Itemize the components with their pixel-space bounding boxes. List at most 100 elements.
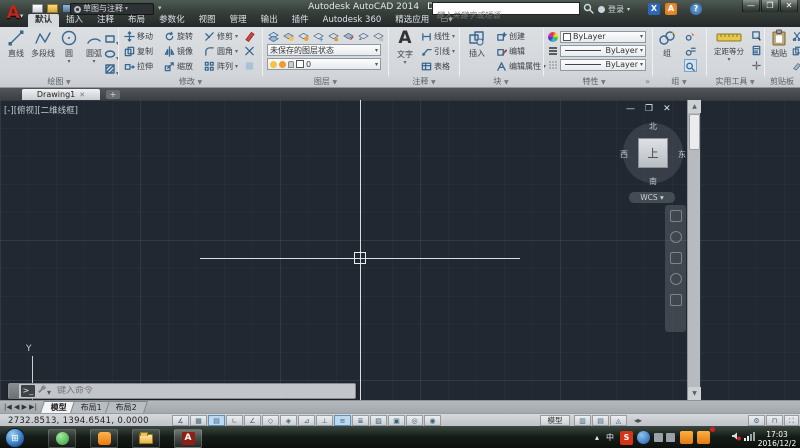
layer-isolate-icon[interactable]	[297, 30, 310, 43]
new-drawing-tab-button[interactable]: +	[106, 90, 120, 99]
tab-plugins[interactable]: 插件	[285, 14, 316, 27]
tab-insert[interactable]: 插入	[59, 14, 90, 27]
rotate-button[interactable]: 旋转	[164, 30, 193, 43]
layer-match-icon[interactable]	[342, 30, 355, 43]
infer-constraints-toggle[interactable]: ∡	[172, 415, 189, 426]
lineweight-dropdown[interactable]: ByLayer▾	[548, 44, 646, 57]
object-color-dropdown[interactable]: ByLayer▾	[548, 30, 646, 43]
block-panel-label[interactable]: 块 ▼	[459, 76, 543, 87]
taskbar-app-autocad[interactable]: A	[174, 429, 202, 448]
edit-attributes-button[interactable]: 编辑属性▾	[496, 60, 546, 73]
sogou-input-icon[interactable]: S	[620, 431, 633, 445]
scroll-down-icon[interactable]: ▼	[688, 387, 701, 400]
scroll-up-icon[interactable]: ▲	[688, 100, 701, 113]
layer-off-icon[interactable]	[282, 30, 295, 43]
taskbar-app-green[interactable]	[48, 429, 76, 448]
copy-button[interactable]: 复制	[124, 45, 153, 58]
mirror-button[interactable]: 镜像	[164, 45, 193, 58]
ime-language-icon[interactable]: 中	[604, 431, 616, 445]
tray-expand-icon[interactable]: ▴	[592, 431, 602, 445]
snap-mode-toggle[interactable]: ▦	[190, 415, 207, 426]
model-space-button[interactable]: 模型	[540, 415, 570, 426]
command-input[interactable]	[53, 386, 355, 396]
clean-screen-button[interactable]: ⛶	[784, 415, 799, 426]
close-button[interactable]: ✕	[780, 0, 798, 13]
layer-state-dropdown[interactable]: 未保存的图层状态▾	[267, 44, 381, 56]
groups-panel-label[interactable]: 组 ▼	[652, 76, 706, 87]
tab-autodesk360[interactable]: Autodesk 360	[316, 14, 389, 27]
linear-dimension-button[interactable]: 线性▾	[421, 30, 455, 43]
annotation-monitor-toggle[interactable]: ◉	[424, 415, 441, 426]
taskbar-app-explorer[interactable]	[132, 429, 160, 448]
quick-view-drawings-button[interactable]: ▤	[592, 415, 609, 426]
properties-panel-label[interactable]: 特性 ▼ »	[543, 76, 652, 87]
drawing-close-icon[interactable]: ✕	[663, 104, 671, 114]
array-button[interactable]: 阵列▾	[204, 60, 238, 73]
tab-parametric[interactable]: 参数化	[152, 14, 192, 27]
command-customize-icon[interactable]: ▾	[37, 385, 51, 397]
grid-display-toggle[interactable]: ▤	[208, 415, 225, 426]
group-selection-toggle[interactable]	[684, 59, 697, 72]
text-button[interactable]: A 文字▾	[393, 29, 417, 65]
layer-dropdown[interactable]: 0▾	[267, 58, 381, 70]
dynamic-ucs-toggle[interactable]: ⊥	[316, 415, 333, 426]
selection-cycling-toggle[interactable]: ◎	[406, 415, 423, 426]
tray-icon-1[interactable]	[654, 433, 663, 442]
paste-button[interactable]: 粘贴	[768, 29, 790, 59]
leader-button[interactable]: 引线▾	[421, 45, 455, 58]
edit-block-button[interactable]: 编辑	[496, 45, 525, 58]
ungroup-button[interactable]	[684, 29, 697, 42]
viewcube[interactable]: 北 南 东 西 上	[618, 118, 688, 188]
qat-menu-button[interactable]: ▾	[158, 3, 162, 13]
annotation-panel-label[interactable]: 注释 ▼	[389, 76, 459, 87]
vertical-scrollbar[interactable]: ▲ ▼	[687, 100, 700, 400]
file-tab-drawing1[interactable]: Drawing1✕	[22, 89, 100, 100]
copy-clip-button[interactable]	[790, 44, 800, 57]
viewcube-east[interactable]: 东	[678, 149, 686, 160]
minimize-button[interactable]: —	[742, 0, 760, 13]
tab-view[interactable]: 视图	[192, 14, 223, 27]
maximize-button[interactable]: ❐	[761, 0, 779, 13]
ortho-mode-toggle[interactable]: ∟	[226, 415, 243, 426]
security-tray-icon-1[interactable]	[680, 431, 693, 444]
layer-lock-icon[interactable]	[327, 30, 340, 43]
erase-button[interactable]	[243, 29, 256, 42]
file-tab-close-icon[interactable]: ✕	[79, 91, 85, 99]
workspace-gear-button[interactable]: ⚙	[748, 415, 765, 426]
trim-button[interactable]: 修剪▾	[204, 30, 238, 43]
command-line[interactable]: >_ ▾	[8, 383, 356, 399]
tab-output[interactable]: 输出	[254, 14, 285, 27]
cut-button[interactable]	[790, 29, 800, 42]
explode-button[interactable]	[243, 44, 256, 57]
fade-button[interactable]	[243, 59, 256, 72]
drawing-restore-icon[interactable]: ❐	[645, 104, 653, 114]
command-drag-handle[interactable]	[9, 383, 19, 399]
pan-icon[interactable]	[670, 231, 682, 243]
security-tray-icon-2[interactable]	[697, 431, 710, 444]
tab-layout[interactable]: 布局	[121, 14, 152, 27]
arc-button[interactable]: 圆弧▾	[82, 29, 106, 64]
measure-button[interactable]: 定距等分▾	[710, 29, 748, 62]
viewcube-west[interactable]: 西	[620, 149, 628, 160]
circle-button[interactable]: 圆▾	[58, 29, 80, 64]
layer-prev-icon[interactable]	[357, 30, 370, 43]
table-button[interactable]: 表格	[421, 60, 450, 73]
annotation-scale-button[interactable]: ◬	[610, 415, 627, 426]
quick-properties-toggle[interactable]: ▣	[388, 415, 405, 426]
create-block-button[interactable]: 创建	[496, 30, 525, 43]
tab-annotate[interactable]: 注释	[90, 14, 121, 27]
layer-unlock-icon[interactable]	[372, 30, 385, 43]
new-icon[interactable]	[32, 4, 43, 13]
polyline-button[interactable]: 多段线	[30, 29, 56, 59]
zoom-icon[interactable]	[670, 252, 682, 264]
transparency-toggle[interactable]: ▨	[370, 415, 387, 426]
tab-home[interactable]: 默认	[28, 14, 59, 27]
object-snap-toggle[interactable]: ◇	[262, 415, 279, 426]
viewcube-north[interactable]: 北	[649, 121, 657, 132]
draw-panel-label[interactable]: 绘图 ▼	[0, 76, 118, 87]
match-properties-button[interactable]	[790, 59, 800, 72]
fillet-button[interactable]: 圆角▾	[204, 45, 238, 58]
ribbon-minimize-button[interactable]: ▭▾	[436, 14, 456, 27]
layer-properties-icon[interactable]	[267, 30, 280, 43]
scrollbar-thumb[interactable]	[689, 114, 700, 150]
